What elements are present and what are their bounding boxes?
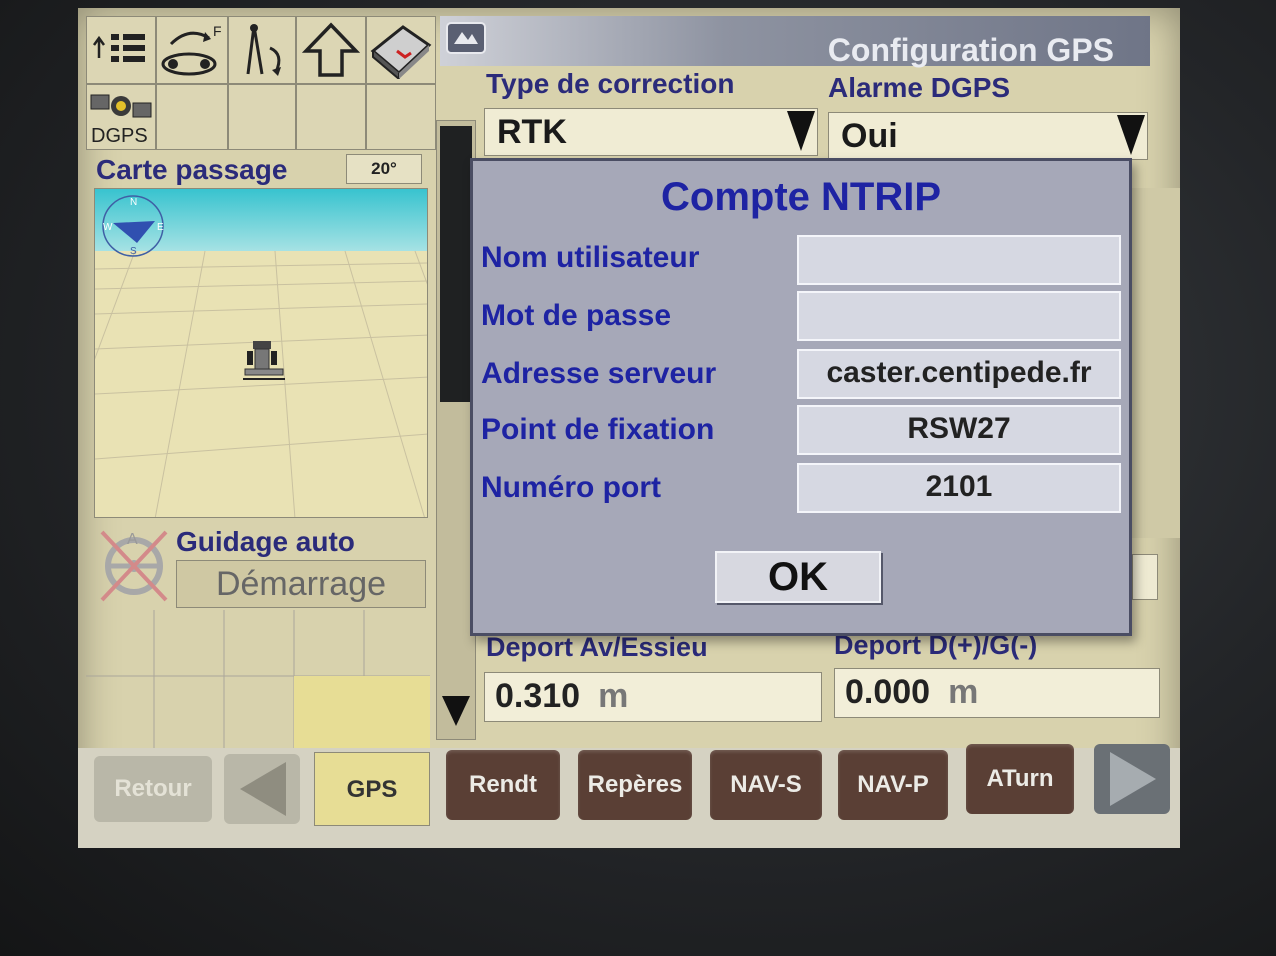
svg-text:N: N [130, 197, 137, 208]
deport-av-value: 0.310 [495, 677, 581, 715]
compass-icon: N W E S [102, 195, 164, 257]
deport-dg-value: 0.000 [845, 673, 931, 711]
tab-rendt[interactable]: Rendt [446, 750, 560, 820]
implement-icon[interactable] [228, 16, 296, 84]
username-label: Nom utilisateur [481, 241, 700, 274]
correction-type-select[interactable]: RTK [484, 108, 818, 156]
autoguide-disabled-icon: A [100, 530, 168, 602]
alarm-dgps-label: Alarme DGPS [828, 72, 1011, 103]
ok-button[interactable]: OK [715, 551, 881, 603]
mountpoint-field[interactable]: RSW27 [797, 405, 1121, 455]
deport-dg-unit: m [948, 673, 979, 711]
toolbar-empty-cell [156, 84, 228, 150]
server-address-field[interactable]: caster.centipede.fr [797, 349, 1121, 399]
svg-text:E: E [157, 222, 164, 233]
background-input-edge [1132, 554, 1158, 600]
guidance-map[interactable]: N W E S [94, 188, 428, 518]
password-field[interactable] [797, 291, 1121, 341]
nav-right-arrow-icon[interactable] [1094, 744, 1170, 814]
dgps-label: DGPS [91, 125, 148, 147]
guidage-auto-title: Guidage auto [176, 526, 355, 557]
layers-icon[interactable] [86, 16, 156, 84]
tab-nav-s[interactable]: NAV-S [710, 750, 822, 820]
scroll-down-arrow-icon[interactable] [440, 690, 472, 730]
deport-dg-field[interactable]: 0.000 m [834, 668, 1160, 718]
deport-av-unit: m [598, 677, 629, 715]
dialog-title: Compte NTRIP [661, 175, 941, 219]
ntrip-account-dialog: Compte NTRIP Nom utilisateur Mot de pass… [470, 158, 1132, 636]
toolbar-empty-cell [228, 84, 296, 150]
toolbar-empty-cell [296, 84, 366, 150]
deport-av-label: Deport Av/Essieu [486, 632, 708, 662]
scrollbar-thumb[interactable] [440, 126, 472, 402]
nav-left-arrow-icon[interactable] [224, 754, 300, 824]
tab-nav-p[interactable]: NAV-P [838, 750, 948, 820]
map-angle-value[interactable]: 20° [346, 154, 422, 184]
port-label: Numéro port [481, 471, 661, 504]
tab-reperes[interactable]: Repères [578, 750, 692, 820]
password-label: Mot de passe [481, 299, 672, 332]
deport-av-field[interactable]: 0.310 m [484, 672, 822, 722]
display-screen: F DGPS Carte passage 20° N W E S A Guida… [78, 8, 1180, 848]
tab-aturn[interactable]: ATurn [966, 744, 1074, 814]
port-field[interactable]: 2101 [797, 463, 1121, 513]
correction-type-value: RTK [497, 113, 567, 151]
retour-button[interactable]: Retour [94, 756, 212, 822]
chevron-down-icon [1117, 115, 1145, 155]
settings-screen-icon[interactable] [446, 22, 486, 54]
dgps-satellite-icon[interactable]: DGPS [86, 84, 156, 150]
alarm-dgps-value: Oui [841, 117, 898, 155]
svg-text:W: W [103, 222, 113, 233]
svg-text:A: A [127, 531, 138, 548]
empty-grid-panel [86, 610, 430, 748]
username-field[interactable] [797, 235, 1121, 285]
manual-book-icon[interactable] [366, 16, 436, 84]
chevron-down-icon [787, 111, 815, 151]
tab-gps[interactable]: GPS [314, 752, 430, 826]
svg-text:S: S [130, 246, 137, 257]
toolbar-empty-cell [366, 84, 436, 150]
correction-type-label: Type de correction [486, 68, 735, 99]
mountpoint-label: Point de fixation [481, 413, 715, 446]
svg-text:F: F [213, 23, 222, 39]
server-address-label: Adresse serveur [481, 357, 717, 390]
arrow-up-icon[interactable] [296, 16, 366, 84]
config-gps-title: Configuration GPS [827, 32, 1114, 68]
alarm-dgps-select[interactable]: Oui [828, 112, 1148, 160]
track-config-icon[interactable]: F [156, 16, 228, 84]
header-bar: Configuration GPS [440, 16, 1150, 68]
tractor-icon [243, 341, 285, 380]
demarrage-button[interactable]: Démarrage [176, 560, 426, 608]
background-form-edge [1132, 188, 1180, 538]
carte-passage-title: Carte passage [96, 154, 288, 185]
